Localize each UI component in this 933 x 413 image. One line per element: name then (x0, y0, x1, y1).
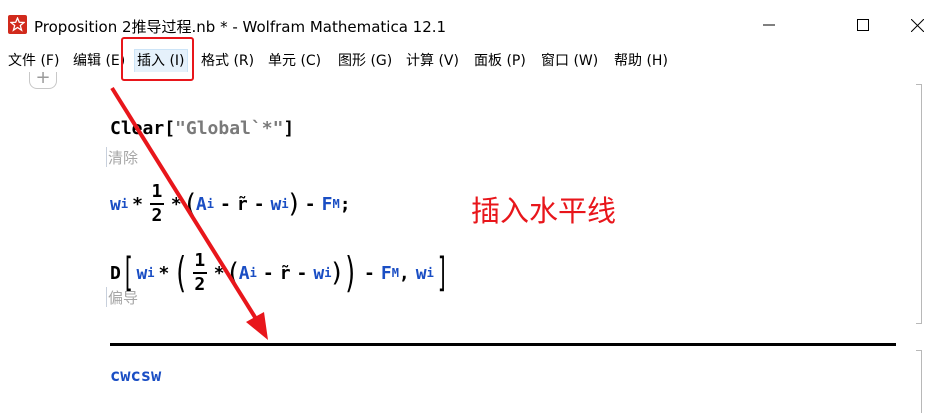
menu-palettes[interactable]: 面板 (P) (472, 50, 528, 72)
clear-function: Clear (110, 118, 165, 139)
maximize-button[interactable] (840, 10, 886, 40)
a-symbol-2: A (238, 262, 250, 284)
notebook-area[interactable]: + Clear["Global`*"] 清除 wi * 1 2 * ( Ai -… (0, 72, 933, 413)
w-subscript-4: i (324, 266, 332, 280)
w-subscript-5: i (426, 266, 434, 280)
comma: , (398, 262, 410, 284)
global-string: "Global`*" (175, 118, 284, 139)
menu-edit-label: 编辑 (E) (73, 53, 126, 69)
input-cell-clear[interactable]: Clear["Global`*"] (110, 118, 294, 139)
insert-cell-plus-button[interactable]: + (29, 72, 57, 89)
w-symbol-2: w (270, 193, 282, 215)
f-subscript-2: M (391, 266, 399, 280)
times-operator-2: * (170, 193, 182, 215)
menu-bar: 文件 (F) 编辑 (E) 插入 (I) 格式 (R) 单元 (C) 图形 (G… (0, 46, 933, 74)
denominator: 2 (151, 205, 163, 226)
minus-operator-4: - (262, 262, 274, 284)
w-symbol-4: w (313, 262, 325, 284)
paren-open: ( (185, 189, 196, 219)
input-cell-current[interactable]: cwcsw (110, 366, 161, 386)
big-paren-open: ( (176, 248, 187, 297)
hint-d-text: 偏导 (108, 289, 139, 307)
times-operator-4: * (213, 262, 225, 284)
w-symbol: w (110, 193, 121, 215)
minus-operator-3: - (304, 193, 316, 215)
horizontal-line-cell[interactable] (110, 343, 896, 346)
r-tilde-symbol: r̃ (236, 193, 248, 215)
semicolon: ; (339, 193, 351, 215)
a-symbol: A (195, 193, 207, 215)
w-subscript-3: i (147, 266, 155, 280)
code-assist-hint-d[interactable]: 偏导 (106, 287, 139, 308)
minimize-button[interactable] (746, 10, 792, 40)
w-subscript-2: i (281, 197, 289, 211)
w-symbol-5: w (415, 262, 427, 284)
hint-marker-2 (106, 287, 107, 307)
fraction-half-2: 1 2 (192, 250, 207, 296)
a-subscript: i (206, 197, 214, 211)
w-subscript: i (120, 197, 129, 211)
code-assist-hint-clear[interactable]: 清除 (106, 147, 139, 168)
w-symbol-3: w (136, 262, 148, 284)
menu-edit[interactable]: 编辑 (E) (71, 50, 128, 74)
hint-marker (106, 147, 107, 167)
bracket-close: ] (283, 118, 295, 139)
f-symbol-2: F (380, 262, 392, 284)
cell-bracket-group[interactable] (916, 84, 922, 324)
big-bracket-close: ] (437, 250, 446, 296)
input-cell-derivative[interactable]: D [ wi * ( 1 2 * ( Ai - r̃ - wi ) ) - FM… (110, 246, 449, 300)
paren-close-2: ) (331, 258, 342, 288)
menu-evaluation[interactable]: 计算 (V) (404, 50, 461, 72)
denominator-2: 2 (194, 274, 206, 295)
minus-operator-2: - (253, 193, 265, 215)
cell-bracket-current[interactable] (916, 350, 922, 413)
menu-cell[interactable]: 单元 (C) (266, 50, 323, 72)
annotation-insert-horizontal-line: 插入水平线 (471, 194, 617, 228)
times-operator: * (132, 193, 143, 215)
input-cell-expression[interactable]: wi * 1 2 * ( Ai - r̃ - wi ) - F M; (110, 178, 351, 230)
close-button[interactable] (894, 10, 933, 40)
menu-graphics[interactable]: 图形 (G) (336, 50, 394, 72)
minus-operator-6: - (364, 262, 375, 284)
minus-operator-5: - (296, 262, 308, 284)
f-symbol: F (321, 193, 333, 215)
fraction-half: 1 2 (149, 181, 164, 227)
numerator: 1 (151, 181, 163, 202)
menu-file[interactable]: 文件 (F) (6, 50, 61, 72)
paren-close: ) (288, 189, 299, 219)
window-title: Proposition 2推导过程.nb * - Wolfram Mathema… (34, 18, 447, 36)
times-operator-3: * (158, 262, 170, 284)
mathematica-icon[interactable] (8, 15, 27, 34)
a-subscript-2: i (249, 266, 257, 280)
title-bar: Proposition 2推导过程.nb * - Wolfram Mathema… (0, 0, 933, 46)
f-subscript: M (332, 197, 340, 211)
menu-window[interactable]: 窗口 (W) (539, 50, 600, 72)
menu-help[interactable]: 帮助 (H) (612, 50, 670, 72)
d-function: D (110, 262, 121, 284)
menu-insert[interactable]: 插入 (I) (134, 49, 188, 73)
menu-format[interactable]: 格式 (R) (199, 50, 256, 72)
hint-clear-text: 清除 (108, 149, 139, 167)
r-tilde-symbol-2: r̃ (279, 262, 291, 284)
numerator-2: 1 (194, 250, 206, 271)
bracket-open: [ (164, 118, 176, 139)
paren-open-2: ( (228, 258, 239, 288)
big-paren-close: ) (344, 248, 355, 297)
minus-operator: - (220, 193, 231, 215)
